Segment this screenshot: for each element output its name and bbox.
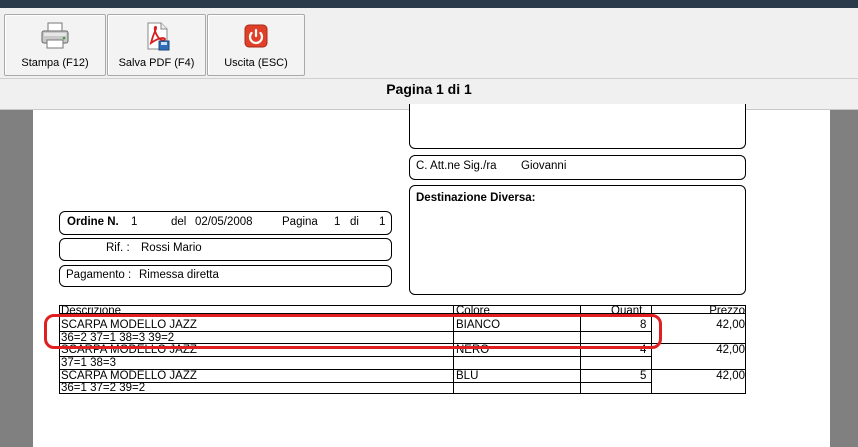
table-row-quantity: 5 bbox=[640, 370, 647, 382]
table-row-price: 42,00 bbox=[716, 370, 745, 382]
page-total: 1 bbox=[379, 216, 386, 228]
print-button[interactable]: Stampa (F12) bbox=[4, 14, 106, 76]
destination-box: Destinazione Diversa: bbox=[409, 185, 746, 295]
attention-name: Giovanni bbox=[521, 160, 567, 172]
destination-label: Destinazione Diversa: bbox=[416, 192, 536, 204]
table-row-sizes: 36=1 37=2 39=2 bbox=[61, 382, 146, 394]
row-divider bbox=[60, 356, 652, 357]
reference-box: Rif. : Rossi Mario bbox=[59, 238, 392, 261]
table-row-price: 42,00 bbox=[716, 344, 745, 356]
table-row-sizes: 37=1 38=3 bbox=[61, 357, 117, 369]
toolbar: Stampa (F12) Salva PDF (F4) Uscita (ESC) bbox=[0, 8, 858, 79]
ref-value: Rossi Mario bbox=[141, 242, 202, 254]
pdf-icon bbox=[142, 21, 172, 51]
table-row-description: SCARPA MODELLO JAZZ bbox=[61, 370, 197, 382]
page-num: 1 bbox=[334, 216, 341, 228]
exit-button[interactable]: Uscita (ESC) bbox=[207, 14, 305, 76]
power-icon bbox=[241, 21, 271, 51]
table-row-price: 42,00 bbox=[716, 319, 745, 331]
ref-label: Rif. : bbox=[106, 242, 130, 254]
window-title-strip bbox=[0, 0, 858, 8]
page-indicator: Pagina 1 di 1 bbox=[386, 81, 472, 97]
order-box: Ordine N. 1 del 02/05/2008 Pagina 1 di 1 bbox=[59, 211, 392, 235]
payment-label: Pagamento : bbox=[66, 269, 132, 281]
order-date: 02/05/2008 bbox=[195, 216, 253, 228]
order-label: Ordine N. bbox=[67, 216, 119, 228]
header-price: Prezzo bbox=[709, 305, 745, 317]
highlight-annotation bbox=[44, 314, 662, 349]
payment-box: Pagamento : Rimessa diretta bbox=[59, 265, 392, 287]
table-row-color: BLU bbox=[456, 370, 479, 382]
exit-button-label: Uscita (ESC) bbox=[224, 57, 288, 69]
payment-value: Rimessa diretta bbox=[139, 269, 219, 281]
printer-icon bbox=[40, 21, 70, 51]
order-date-label: del bbox=[171, 216, 187, 228]
attention-label: C. Att.ne Sig./ra bbox=[416, 160, 497, 172]
order-number: 1 bbox=[131, 216, 138, 228]
attention-box: C. Att.ne Sig./ra Giovanni bbox=[409, 155, 746, 180]
page-of-label: di bbox=[350, 216, 359, 228]
row-divider bbox=[60, 382, 652, 383]
print-button-label: Stampa (F12) bbox=[21, 57, 89, 69]
address-box bbox=[409, 104, 746, 149]
save-pdf-button-label: Salva PDF (F4) bbox=[118, 57, 195, 69]
save-pdf-button[interactable]: Salva PDF (F4) bbox=[107, 14, 206, 76]
page-label: Pagina bbox=[282, 216, 318, 228]
